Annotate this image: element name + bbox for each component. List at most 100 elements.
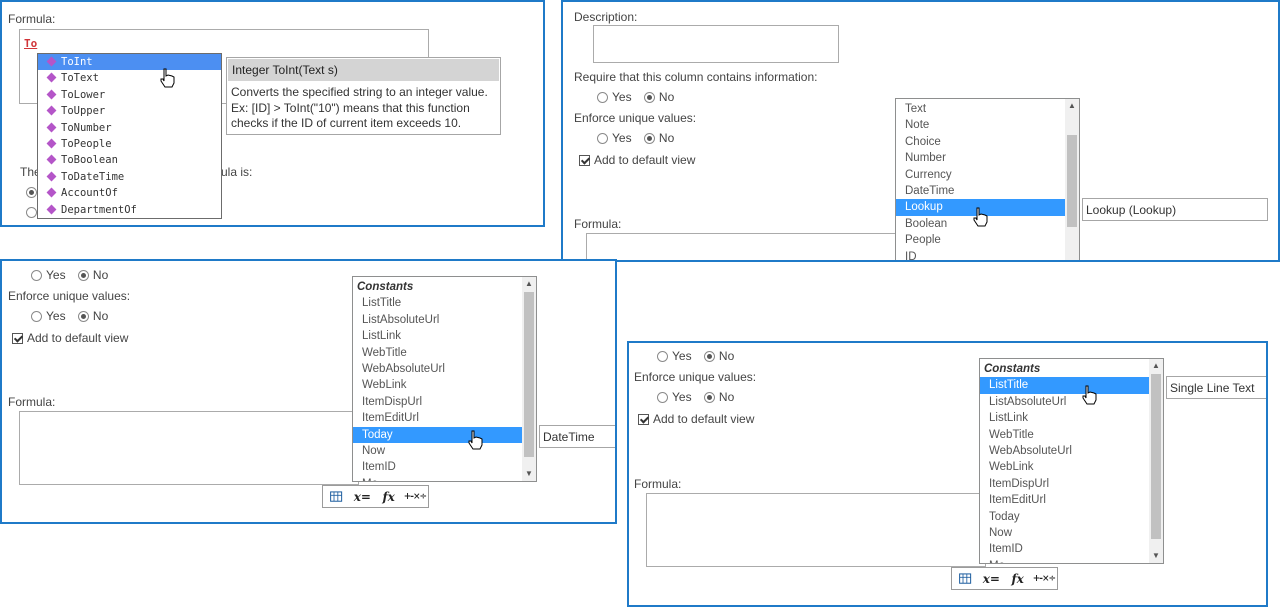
constant-item[interactable]: ItemID xyxy=(980,541,1149,557)
default-view-checkbox[interactable] xyxy=(579,155,590,166)
scroll-up-icon[interactable]: ▲ xyxy=(525,280,533,288)
constant-item[interactable]: Me xyxy=(353,476,522,481)
function-item[interactable]: ToBoolean xyxy=(38,152,221,168)
constant-item[interactable]: ListAbsoluteUrl xyxy=(353,312,522,328)
unique-no-radio[interactable] xyxy=(77,311,89,322)
default-view-option: Add to default view xyxy=(12,331,128,345)
prev-no-radio[interactable] xyxy=(703,351,715,362)
type-item[interactable]: Number xyxy=(896,150,1065,166)
function-icon[interactable]: fx xyxy=(1005,572,1031,586)
require-yes-radio[interactable] xyxy=(597,92,608,103)
require-no-radio[interactable] xyxy=(643,92,655,103)
constant-item[interactable]: Me xyxy=(980,558,1149,563)
partial-label-right: ula is: xyxy=(221,165,253,179)
unique-yes-radio[interactable] xyxy=(31,311,42,322)
constant-item[interactable]: ItemDispUrl xyxy=(980,476,1149,492)
unique-no-radio[interactable] xyxy=(643,133,655,144)
radio-partial-2[interactable] xyxy=(26,207,37,218)
require-no-label: No xyxy=(658,90,675,104)
constant-item[interactable]: ListLink xyxy=(980,410,1149,426)
function-item-label: ToUpper xyxy=(61,105,106,118)
default-view-label: Add to default view xyxy=(27,331,129,345)
type-item[interactable]: People xyxy=(896,232,1065,248)
scroll-thumb[interactable] xyxy=(1067,135,1077,227)
unique-yes-radio[interactable] xyxy=(597,133,608,144)
type-item[interactable]: Choice xyxy=(896,134,1065,150)
constant-item[interactable]: Today xyxy=(353,426,522,443)
constants-scrollbar[interactable]: ▲ ▼ xyxy=(522,277,536,481)
prev-yes-radio[interactable] xyxy=(657,351,668,362)
scroll-up-icon[interactable]: ▲ xyxy=(1068,102,1076,110)
scroll-up-icon[interactable]: ▲ xyxy=(1152,362,1160,370)
formula-textbox[interactable] xyxy=(586,233,906,260)
constant-item[interactable]: ListTitle xyxy=(353,295,522,311)
constant-item[interactable]: ItemEditUrl xyxy=(353,410,522,426)
unique-no-radio[interactable] xyxy=(703,392,715,403)
constant-item[interactable]: ItemDispUrl xyxy=(353,394,522,410)
type-list[interactable]: Text Note Choice Number Currency DateTime Look… xyxy=(895,98,1080,260)
unique-yes-radio[interactable] xyxy=(657,392,668,403)
unique-label: Enforce unique values: xyxy=(574,111,697,125)
default-view-checkbox[interactable] xyxy=(12,333,23,344)
constant-item[interactable]: Now xyxy=(980,525,1149,541)
constant-item[interactable]: WebAbsoluteUrl xyxy=(353,361,522,377)
function-item[interactable]: DepartmentOf xyxy=(38,202,221,218)
constants-list[interactable]: Constants ListTitle ListAbsoluteUrl ListLin… xyxy=(979,358,1164,564)
scroll-thumb[interactable] xyxy=(524,292,534,457)
function-item[interactable]: ToLower xyxy=(38,87,221,103)
constant-item[interactable]: ListLink xyxy=(353,328,522,344)
formula-textbox[interactable] xyxy=(19,411,359,485)
radio-partial-1[interactable] xyxy=(26,187,37,198)
description-textarea[interactable] xyxy=(593,25,839,63)
operators-icon[interactable]: +-×÷ xyxy=(1031,574,1057,584)
constant-item[interactable]: WebTitle xyxy=(980,427,1149,443)
scroll-thumb[interactable] xyxy=(1151,374,1161,539)
constants-list[interactable]: Constants ListTitle ListAbsoluteUrl ListLin… xyxy=(352,276,537,482)
constant-item[interactable]: ItemEditUrl xyxy=(980,492,1149,508)
unique-no-label: No xyxy=(658,131,675,145)
constant-item[interactable]: ListTitle xyxy=(980,377,1149,394)
function-item[interactable]: AccountOf xyxy=(38,185,221,201)
table-icon[interactable] xyxy=(952,572,978,586)
unique-options: Yes No xyxy=(597,131,674,145)
type-list-scrollbar[interactable]: ▲ ▼ xyxy=(1065,99,1079,260)
unique-options: Yes No xyxy=(657,390,734,404)
unique-label: Enforce unique values: xyxy=(8,289,131,303)
scroll-down-icon[interactable]: ▼ xyxy=(1152,552,1160,560)
constant-item[interactable]: WebLink xyxy=(980,459,1149,475)
type-item[interactable]: ID xyxy=(896,249,1065,260)
function-suggestion-list[interactable]: ToInt ToText ToLower ToUpper ToNumber ToPeopl… xyxy=(37,53,222,219)
function-item[interactable]: ToPeople xyxy=(38,136,221,152)
constant-item[interactable]: ItemID xyxy=(353,459,522,475)
operators-icon[interactable]: +-×÷ xyxy=(402,492,428,502)
constants-header: Constants xyxy=(984,363,1041,375)
formula-textbox[interactable] xyxy=(646,493,986,567)
constant-item[interactable]: Now xyxy=(353,443,522,459)
type-item[interactable]: Currency xyxy=(896,167,1065,183)
function-item[interactable]: ToNumber xyxy=(38,120,221,136)
constant-item[interactable]: ListAbsoluteUrl xyxy=(980,394,1149,410)
type-item[interactable]: Text xyxy=(896,101,1065,117)
function-item[interactable]: ToDateTime xyxy=(38,169,221,185)
typed-formula-text: To xyxy=(24,37,38,50)
type-item[interactable]: Note xyxy=(896,117,1065,133)
function-item-label: ToInt xyxy=(61,56,93,68)
prev-no-radio[interactable] xyxy=(77,270,89,281)
variable-icon[interactable]: x= xyxy=(978,572,1004,586)
prev-yes-radio[interactable] xyxy=(31,270,42,281)
variable-icon[interactable]: x= xyxy=(349,490,375,504)
table-icon[interactable] xyxy=(323,490,349,504)
hand-cursor-icon xyxy=(1082,385,1097,405)
constant-item[interactable]: WebTitle xyxy=(353,345,522,361)
constant-item[interactable]: Today xyxy=(980,509,1149,525)
default-view-checkbox[interactable] xyxy=(638,414,649,425)
function-item[interactable]: ToUpper xyxy=(38,103,221,119)
function-item[interactable]: ToText xyxy=(38,70,221,86)
constant-item[interactable]: WebLink xyxy=(353,377,522,393)
function-icon[interactable]: fx xyxy=(376,490,402,504)
function-item[interactable]: ToInt xyxy=(38,54,221,71)
type-item[interactable]: DateTime xyxy=(896,183,1065,199)
constant-item[interactable]: WebAbsoluteUrl xyxy=(980,443,1149,459)
scroll-down-icon[interactable]: ▼ xyxy=(525,470,533,478)
constants-scrollbar[interactable]: ▲ ▼ xyxy=(1149,359,1163,563)
